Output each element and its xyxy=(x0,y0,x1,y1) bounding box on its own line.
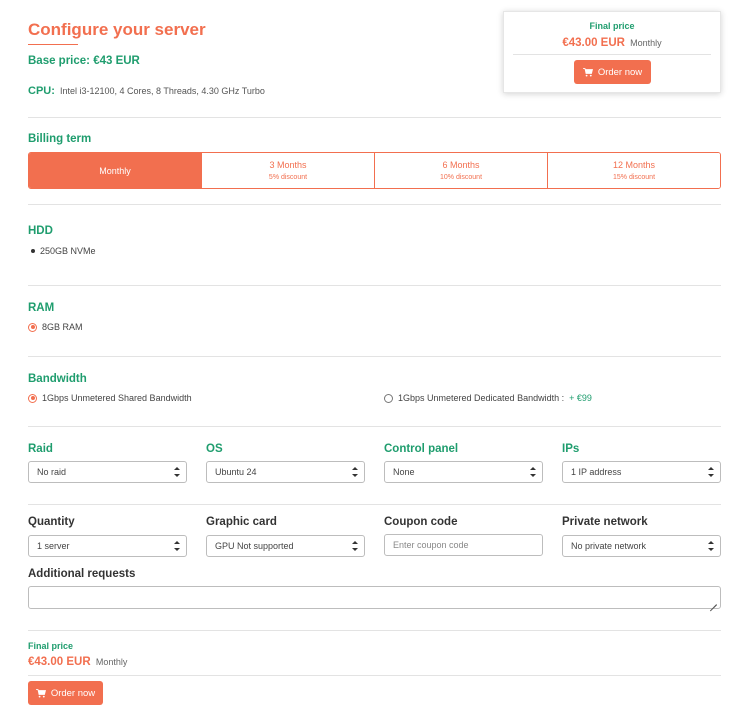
select-arrows-icon xyxy=(708,541,714,551)
billing-option-12-months[interactable]: 12 Months 15% discount xyxy=(547,153,720,188)
billing-option-label: 3 Months xyxy=(269,160,307,170)
cpu-value: Intel i3-12100, 4 Cores, 8 Threads, 4.30… xyxy=(59,86,265,96)
graphic-card-select-value: GPU Not supported xyxy=(215,541,294,551)
control-panel-select[interactable]: None xyxy=(384,461,543,483)
bandwidth-option-label: 1Gbps Unmetered Dedicated Bandwidth : xyxy=(398,393,565,403)
divider xyxy=(28,426,721,427)
os-select[interactable]: Ubuntu 24 xyxy=(206,461,365,483)
ram-title: RAM xyxy=(28,302,55,314)
ips-select[interactable]: 1 IP address xyxy=(562,461,721,483)
final-price-card: Final price €43.00 EUR Monthly Order now xyxy=(503,11,721,93)
divider xyxy=(28,356,721,357)
divider xyxy=(28,630,721,631)
os-label: OS xyxy=(206,443,223,455)
card-divider xyxy=(513,54,711,55)
graphic-card-select[interactable]: GPU Not supported xyxy=(206,535,365,557)
coupon-code-input[interactable] xyxy=(384,534,543,556)
raid-label: Raid xyxy=(28,443,53,455)
radio-unchecked-icon[interactable] xyxy=(384,393,393,403)
billing-term-selector: Monthly 3 Months 5% discount 6 Months 10… xyxy=(28,152,721,189)
billing-option-6-months[interactable]: 6 Months 10% discount xyxy=(374,153,547,188)
additional-requests-textarea[interactable] xyxy=(28,586,721,609)
billing-term-title: Billing term xyxy=(28,133,92,145)
ram-option-label: 8GB RAM xyxy=(42,322,83,332)
footer-final-price-value: €43.00 EUR Monthly xyxy=(28,656,127,668)
raid-select-value: No raid xyxy=(37,467,67,477)
select-arrows-icon xyxy=(352,541,358,551)
cpu-label: CPU: xyxy=(28,85,55,97)
final-price-label: Final price xyxy=(589,21,635,31)
private-network-select[interactable]: No private network xyxy=(562,535,721,557)
divider xyxy=(28,204,721,205)
cart-icon xyxy=(35,688,46,697)
control-panel-label: Control panel xyxy=(384,443,459,455)
select-arrows-icon xyxy=(174,467,180,477)
divider xyxy=(28,675,721,676)
hdd-item: 250GB NVMe xyxy=(31,246,96,256)
select-arrows-icon xyxy=(352,467,358,477)
hdd-title: HDD xyxy=(28,225,53,237)
billing-option-monthly[interactable]: Monthly xyxy=(29,153,201,188)
quantity-label: Quantity xyxy=(28,516,75,528)
radio-checked-icon[interactable] xyxy=(28,322,37,332)
footer-final-price-amount: €43.00 EUR xyxy=(28,656,91,668)
divider xyxy=(28,117,721,118)
final-price-amount: €43.00 EUR xyxy=(562,37,625,49)
bandwidth-option-extra-price: + €99 xyxy=(569,393,592,403)
select-arrows-icon xyxy=(174,541,180,551)
ram-option-8gb[interactable]: 8GB RAM xyxy=(28,322,83,332)
billing-option-discount: 15% discount xyxy=(612,174,656,181)
billing-option-discount: 10% discount xyxy=(439,174,483,181)
ips-select-value: 1 IP address xyxy=(571,467,622,477)
base-price: Base price: €43 EUR xyxy=(28,55,140,67)
divider xyxy=(28,504,721,505)
billing-option-label: 12 Months xyxy=(612,160,656,170)
footer-final-price-period: Monthly xyxy=(95,657,128,667)
bandwidth-option-shared[interactable]: 1Gbps Unmetered Shared Bandwidth xyxy=(28,393,192,403)
ips-label: IPs xyxy=(562,443,580,455)
page-title: Configure your server xyxy=(28,20,206,39)
radio-checked-icon[interactable] xyxy=(28,393,37,403)
footer-order-now-button[interactable]: Order now xyxy=(28,681,103,705)
bandwidth-title: Bandwidth xyxy=(28,373,87,385)
footer-order-now-label: Order now xyxy=(50,687,96,699)
billing-option-discount: 5% discount xyxy=(268,174,308,181)
resize-handle-icon[interactable] xyxy=(710,598,717,605)
bandwidth-option-label: 1Gbps Unmetered Shared Bandwidth xyxy=(42,393,192,403)
order-now-button[interactable]: Order now xyxy=(574,60,651,84)
cart-icon xyxy=(582,67,593,76)
raid-select[interactable]: No raid xyxy=(28,461,187,483)
billing-option-label: 6 Months xyxy=(442,160,480,170)
billing-option-3-months[interactable]: 3 Months 5% discount xyxy=(201,153,374,188)
title-underline xyxy=(28,44,78,45)
private-network-label: Private network xyxy=(562,516,648,528)
order-now-label: Order now xyxy=(597,66,643,78)
quantity-select[interactable]: 1 server xyxy=(28,535,187,557)
footer-final-price-label: Final price xyxy=(28,641,74,651)
divider xyxy=(28,285,721,286)
quantity-select-value: 1 server xyxy=(37,541,70,551)
select-arrows-icon xyxy=(708,467,714,477)
additional-requests-label: Additional requests xyxy=(28,568,136,580)
select-arrows-icon xyxy=(530,467,536,477)
control-panel-select-value: None xyxy=(393,467,415,477)
private-network-select-value: No private network xyxy=(571,541,647,551)
billing-option-label: Monthly xyxy=(99,165,131,176)
coupon-code-label: Coupon code xyxy=(384,516,458,528)
os-select-value: Ubuntu 24 xyxy=(215,467,257,477)
final-price-value: €43.00 EUR Monthly xyxy=(504,37,720,49)
cpu-info: CPU: Intel i3-12100, 4 Cores, 8 Threads,… xyxy=(28,85,265,97)
graphic-card-label: Graphic card xyxy=(206,516,277,528)
final-price-period: Monthly xyxy=(630,38,662,48)
bandwidth-option-dedicated[interactable]: 1Gbps Unmetered Dedicated Bandwidth : + … xyxy=(384,393,592,403)
